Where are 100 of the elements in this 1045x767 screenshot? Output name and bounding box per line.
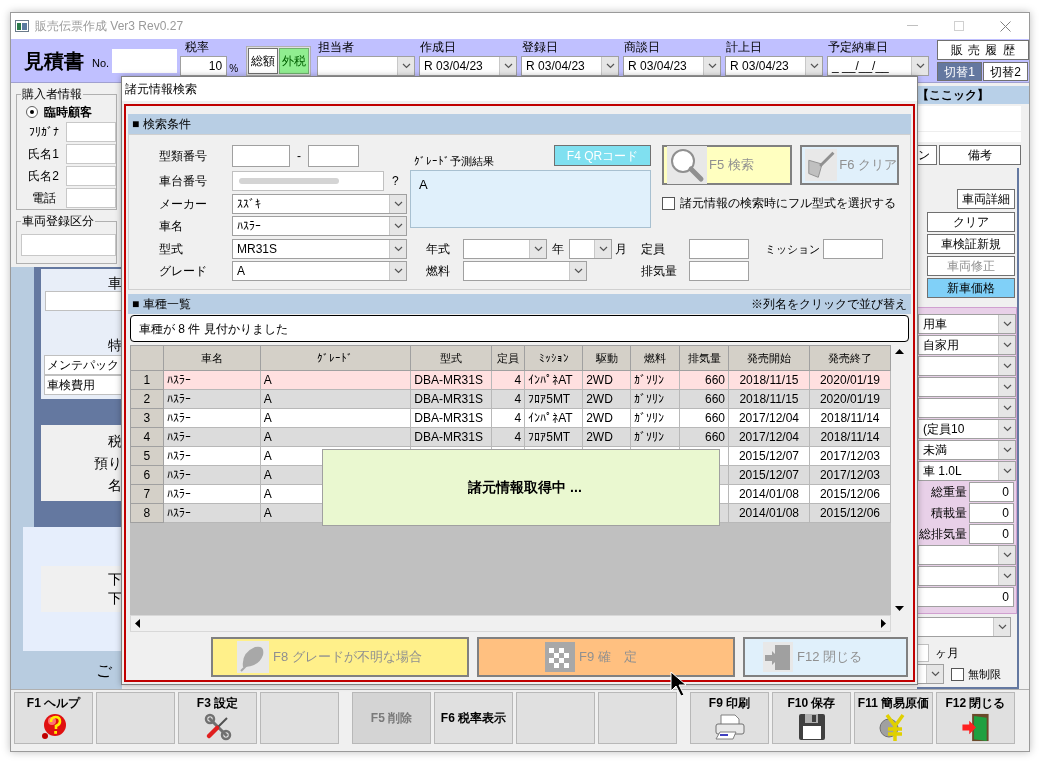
panel-button[interactable]: 車両詳細 [957,189,1015,209]
horizontal-scrollbar[interactable] [130,615,891,632]
table-cell: ﾊｽﾗｰ [163,389,261,409]
combo-box[interactable] [917,664,944,684]
history-button[interactable]: 販 売 履 歴 [937,40,1030,60]
combo-box[interactable] [918,377,1016,397]
input-field[interactable]: 10 [180,56,228,76]
chevron-down-icon [533,246,543,252]
table-cell: DBA-MR31S [410,370,492,390]
input-field[interactable] [232,171,384,191]
radio-button[interactable] [26,106,38,118]
table-cell: ﾊｽﾗｰ [163,427,261,447]
function-key-button[interactable]: F12 閉じる [936,692,1015,744]
combo-box[interactable] [918,545,1016,565]
column-header[interactable]: ｸﾞﾚｰﾄﾞ [260,345,411,371]
date-combo-box[interactable] [317,56,416,76]
table-cell: 2017/12/04 [728,427,810,447]
input-field[interactable] [689,239,749,259]
tab[interactable]: ン [917,145,937,165]
table-cell: 2WD [582,408,631,428]
table-cell: ﾊｽﾗｰ [163,484,261,504]
function-key-button[interactable]: F3 設定 [178,692,257,744]
input-field[interactable] [689,261,749,281]
chevron-down-icon [915,63,925,69]
combo-box[interactable]: MR31S [232,239,407,259]
column-header[interactable]: 排気量 [679,345,729,371]
column-header[interactable]: 車名 [163,345,261,371]
column-header[interactable]: 型式 [410,345,492,371]
wrench-screwdriver-icon [202,712,233,742]
combo-box[interactable]: 未満 [918,440,1016,460]
combo-box[interactable]: (定員10 [918,419,1016,439]
input-field[interactable] [66,122,116,142]
combo-box[interactable]: 用車 [918,314,1016,334]
table-cell: ｶﾞｿﾘﾝ [630,427,680,447]
combo-box[interactable] [918,398,1016,418]
column-header[interactable]: 燃料 [630,345,680,371]
column-header[interactable]: 駆動 [582,345,631,371]
tab[interactable]: 備考 [939,145,1021,165]
combo-box[interactable] [917,617,1011,637]
date-combo-box[interactable]: R 03/04/23 [623,56,722,76]
table-cell: 2WD [582,370,631,390]
combo-box[interactable] [569,239,612,259]
input-field[interactable] [112,48,178,73]
list-item[interactable]: メンテパック [44,355,122,375]
input-field[interactable] [66,144,116,164]
door-exit-icon [763,642,793,672]
input-field[interactable] [21,234,116,256]
panel-button[interactable]: クリア [927,212,1015,232]
combo-box[interactable] [918,356,1016,376]
tax-mode-button[interactable]: 総額 [248,47,279,74]
checkbox[interactable] [951,667,964,681]
combo-box[interactable] [918,566,1016,586]
date-combo-box[interactable]: _ __/__/__ [827,56,930,76]
combo-box[interactable]: A [232,261,407,281]
section-title: ■ 検索条件 [132,116,191,133]
input-field[interactable]: 0 [917,587,1014,607]
combo-box[interactable] [463,261,587,281]
combo-box[interactable]: ﾊｽﾗｰ [232,216,407,236]
function-key-button[interactable]: F1 ヘルプ [14,692,93,744]
column-header[interactable]: 発売終了 [809,345,891,371]
column-header[interactable]: 定員 [491,345,525,371]
input-field[interactable]: 0 [969,482,1014,502]
function-key-button[interactable]: F9 印刷 [690,692,769,744]
function-key-button[interactable]: F6 税率表示 [434,692,513,744]
checkbox[interactable] [662,196,675,210]
date-combo-box[interactable]: R 03/04/23 [521,56,620,76]
input-field[interactable] [45,291,122,311]
table-cell: 2015/12/06 [809,503,891,523]
input-field[interactable] [66,166,116,186]
table-cell: 2018/11/15 [728,389,810,409]
table-cell: 2020/01/19 [809,389,891,409]
date-combo-box[interactable]: R 03/04/23 [419,56,518,76]
help-mark: ? [392,173,399,190]
field-label: ﾌﾘｶﾞﾅ [27,124,60,141]
field-label: グレード [159,263,208,280]
column-header[interactable]: 発売開始 [728,345,810,371]
field-label: ご [96,661,112,681]
combo-box[interactable]: ｽｽﾞｷ [232,194,407,214]
panel-button[interactable]: 新車価格 [927,278,1015,298]
field-label: 車名 [159,218,184,235]
column-header[interactable]: ﾐｯｼｮﾝ [524,345,583,371]
switch-tab[interactable]: 切替1 [937,62,983,81]
input-field[interactable]: 0 [969,524,1014,544]
input-field[interactable] [308,145,359,167]
function-key-button[interactable]: F10 保存 [772,692,851,744]
input-field[interactable] [66,188,116,208]
panel-button[interactable]: 車検証新規 [927,234,1015,254]
combo-box[interactable]: 車 1.0L [918,461,1016,481]
list-item[interactable]: 車検費用 [44,375,122,395]
input-field[interactable]: 0 [969,503,1014,523]
cursor-icon [670,671,688,697]
date-combo-box[interactable]: R 03/04/23 [725,56,824,76]
input-field[interactable] [232,145,290,167]
switch-tab[interactable]: 切替2 [983,62,1029,81]
input-field[interactable] [823,239,883,259]
function-key-button[interactable]: F11 簡易原価 [854,692,933,744]
combo-box[interactable]: 自家用 [918,335,1016,355]
combo-box[interactable] [463,239,547,259]
table-cell: ﾊｽﾗｰ [163,408,261,428]
tax-mode-button[interactable]: 外税 [279,47,310,74]
